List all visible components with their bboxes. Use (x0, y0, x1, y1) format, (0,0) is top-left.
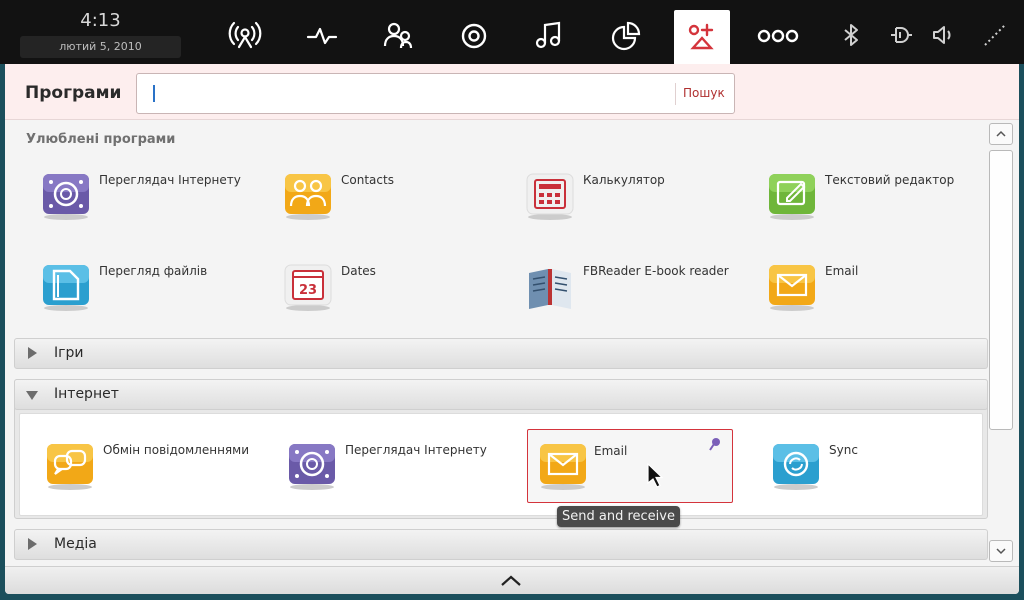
expand-arrow-icon (28, 538, 37, 550)
header: Програми Пошук (5, 64, 1019, 120)
calendar-icon: 23 (284, 264, 332, 311)
calendar-badge: 23 (299, 283, 317, 298)
web-browser-icon (43, 174, 89, 220)
app-text-editor[interactable]: Текстовий редактор (767, 172, 997, 242)
messaging-icon (47, 444, 93, 490)
expand-arrow-icon (28, 347, 37, 359)
search-input[interactable]: Пошук (136, 73, 735, 114)
app-web-browser[interactable]: Переглядач Інтернету (287, 442, 517, 512)
app-calculator[interactable]: Калькулятор (525, 172, 755, 242)
chevron-up-icon[interactable] (499, 571, 523, 591)
category-media[interactable]: Медіа (14, 529, 988, 560)
app-label: Калькулятор (583, 173, 665, 187)
calculator-icon (526, 173, 574, 220)
app-ebook-reader[interactable]: FBReader E-book reader (525, 263, 755, 333)
more-icon[interactable] (750, 10, 806, 62)
contacts-app-icon (285, 174, 331, 220)
app-file-viewer[interactable]: Перегляд файлів (41, 263, 271, 333)
scroll-thumb[interactable] (989, 150, 1013, 430)
chevron-down-icon (996, 548, 1006, 555)
favorites-title: Улюблені програми (26, 132, 176, 147)
app-contacts[interactable]: Contacts (283, 172, 513, 242)
pie-chart-icon[interactable] (598, 10, 654, 62)
category-internet-header[interactable]: Інтернет (14, 379, 988, 410)
music-icon[interactable] (522, 10, 578, 62)
search-divider (675, 83, 676, 105)
scroll-up-button[interactable] (989, 123, 1013, 145)
category-label: Інтернет (54, 386, 119, 402)
search-button[interactable]: Пошук (683, 86, 725, 100)
app-sync[interactable]: Sync (771, 442, 1001, 512)
app-messaging[interactable]: Обмін повідомленнями (45, 442, 275, 512)
sync-icon (773, 444, 819, 490)
category-label: Ігри (54, 345, 84, 361)
clock-date: лютий 5, 2010 (20, 36, 181, 58)
battery-icon[interactable] (884, 18, 918, 52)
app-email-selected[interactable]: Email (527, 429, 733, 503)
scrollbar[interactable] (987, 121, 1015, 566)
top-panel: 4:13 лютий 5, 2010 (0, 0, 1024, 64)
app-label: FBReader E-book reader (583, 264, 729, 278)
chevron-up-icon (996, 130, 1006, 137)
scroll-down-button[interactable] (989, 540, 1013, 562)
applications-window: Програми Пошук Улюблені програми Перегля… (5, 64, 1019, 594)
app-label: Текстовий редактор (825, 173, 955, 187)
app-label: Перегляд файлів (99, 264, 208, 278)
add-application-icon[interactable] (674, 10, 730, 64)
ebook-reader-icon (529, 269, 571, 309)
app-web-browser[interactable]: Переглядач Інтернету (41, 172, 271, 242)
text-caret (153, 85, 155, 102)
clock-time: 4:13 (80, 10, 121, 31)
app-label: Переглядач Інтернету (345, 443, 487, 457)
app-label: Contacts (341, 173, 394, 187)
volume-icon[interactable] (926, 18, 960, 52)
email-icon (540, 444, 586, 490)
tooltip: Send and receive (557, 506, 680, 527)
target-icon[interactable] (446, 10, 502, 62)
app-label: Sync (829, 443, 858, 457)
clock[interactable]: 4:13 лютий 5, 2010 (20, 6, 181, 61)
email-icon (769, 265, 815, 311)
app-label: Переглядач Інтернету (99, 173, 241, 187)
category-internet: Інтернет Обмін повідомленнями Переглядач… (14, 379, 988, 519)
signal-icon[interactable] (978, 18, 1012, 52)
app-email[interactable]: Email (767, 263, 997, 333)
bottom-bar[interactable] (5, 566, 1019, 594)
pulse-icon[interactable] (294, 10, 350, 62)
mouse-cursor-icon (647, 462, 664, 488)
bluetooth-icon[interactable] (834, 18, 868, 52)
file-viewer-icon (43, 265, 89, 311)
network-activity-icon[interactable] (217, 10, 273, 62)
app-label: Dates (341, 264, 376, 278)
collapse-arrow-icon (26, 391, 38, 400)
internet-apps: Обмін повідомленнями Переглядач Інтернет… (19, 413, 983, 516)
app-label: Обмін повідомленнями (103, 443, 249, 457)
applications-list: Улюблені програми Переглядач Інтернету C… (10, 121, 988, 566)
web-browser-icon (289, 444, 335, 490)
page-title: Програми (25, 83, 122, 103)
text-editor-icon (769, 174, 815, 220)
category-label: Медіа (54, 536, 97, 552)
category-games[interactable]: Ігри (14, 338, 988, 369)
contacts-icon[interactable] (370, 10, 426, 62)
pin-icon[interactable] (708, 436, 722, 452)
app-label: Email (825, 264, 859, 278)
app-dates[interactable]: 23 Dates (283, 263, 513, 333)
